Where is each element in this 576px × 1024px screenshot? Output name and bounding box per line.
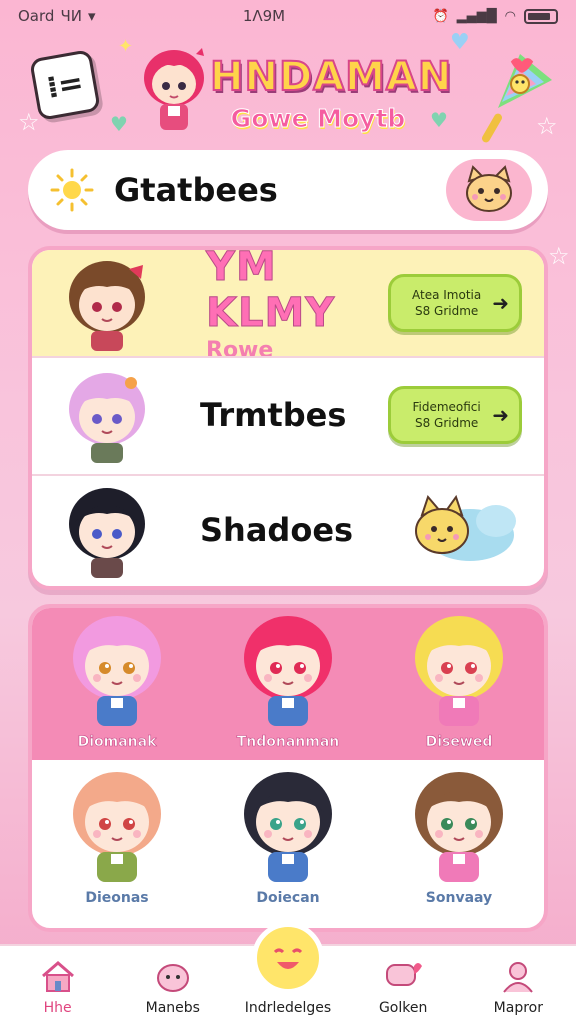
nav-label: Indrledelges	[244, 1000, 332, 1016]
character-name: Diomanak	[77, 734, 157, 751]
heart-icon: ♥	[110, 112, 128, 136]
featured-list-card: YM KLMY Rowe Atea Imotia S8 Gridme ➜ Trm…	[28, 246, 548, 590]
list-button-line2: S8 Gridme	[414, 416, 479, 430]
list-item-title: Shadoes	[200, 511, 354, 549]
signal-bars-icon: ▂▄▆█	[456, 8, 497, 24]
nav-item-chat[interactable]: Golken	[348, 960, 458, 1016]
character-card[interactable]: Disewed	[374, 608, 544, 760]
cat-face-icon	[466, 165, 512, 212]
list-item[interactable]: Trmtbes Fidemeofici S8 Gridme ➜	[32, 356, 544, 474]
character-avatar	[415, 616, 503, 726]
heart-icon: ♥	[430, 108, 448, 132]
app-subtitle: Gowe Moytb	[230, 104, 406, 134]
smile-icon	[273, 948, 303, 969]
character-avatar	[244, 616, 332, 726]
character-avatar	[69, 373, 145, 463]
character-grid: Diomanak Tndonanman Disewed Dieonas Doiecan S…	[28, 604, 548, 932]
character-card[interactable]: Diomanak	[32, 608, 202, 760]
app-title: HNDAMAN	[209, 53, 453, 101]
nav-item-pets[interactable]: Manebs	[118, 960, 228, 1016]
character-name: Disewed	[425, 734, 493, 751]
wifi-signal-icon: ◠	[504, 8, 516, 24]
nav-center-button[interactable]	[252, 922, 324, 994]
pet-badge[interactable]	[446, 159, 532, 221]
cat-cloud-icon	[415, 494, 516, 561]
character-avatar	[69, 488, 145, 578]
star-icon: ☆	[548, 242, 570, 270]
character-card[interactable]: Tndonanman	[203, 608, 373, 760]
character-avatar	[69, 261, 145, 351]
mascot-avatar	[144, 48, 204, 130]
character-name: Tndonanman	[236, 734, 340, 751]
list-button-line1: Fidemeofici	[412, 400, 481, 414]
character-name: Sonvaay	[425, 890, 493, 906]
featured-row[interactable]: YM KLMY Rowe Atea Imotia S8 Gridme ➜	[32, 250, 544, 363]
wifi-icon: ▾	[87, 7, 96, 25]
avatar	[32, 474, 182, 586]
battery-icon	[524, 8, 558, 24]
carrier-label: Oard	[18, 7, 55, 25]
star-icon: ☆	[536, 112, 558, 140]
featured-button-line1: Atea Imotia	[412, 288, 482, 302]
nav-label: Manebs	[145, 1000, 200, 1016]
chat-icon	[386, 963, 423, 986]
menu-button[interactable]: ⁞=	[29, 49, 101, 121]
star-icon: ☆	[18, 108, 40, 136]
clock: 1Λ9Μ	[242, 7, 286, 25]
menu-icon: ⁞=	[43, 64, 87, 106]
sparkle-icon: ✦	[118, 36, 134, 57]
nav-label: Hhe	[43, 1000, 72, 1016]
character-card[interactable]: Dieonas	[32, 764, 202, 916]
nav-label: Golken	[378, 1000, 428, 1016]
list-item[interactable]: Shadoes	[32, 474, 544, 586]
character-avatar	[73, 772, 161, 882]
list-item-action-button[interactable]: Fidemeofici S8 Gridme ➜	[388, 386, 522, 444]
character-name: Dieonas	[85, 890, 149, 906]
list-item-title: Trmtbes	[200, 396, 347, 434]
arrow-right-icon: ➜	[492, 403, 509, 427]
search-card-title: Gtatbees	[114, 171, 278, 209]
signal-text: ЧИ	[60, 7, 82, 25]
arrow-right-icon: ➜	[492, 291, 509, 315]
pet-icon	[156, 964, 189, 992]
character-avatar	[244, 772, 332, 882]
header: ⁞= HNDAMAN Gowe Moytb	[0, 36, 576, 146]
profile-icon	[503, 962, 534, 993]
search-card[interactable]: Gtatbees	[28, 150, 548, 230]
avatar	[32, 250, 182, 356]
featured-title: YM KLMY	[206, 246, 336, 336]
character-name: Doiecan	[256, 890, 320, 906]
character-avatar	[73, 616, 161, 726]
character-card[interactable]: Doiecan	[203, 764, 373, 916]
status-bar: Oard ЧИ ▾ 1Λ9Μ ⏰ ▂▄▆█ ◠	[0, 0, 576, 32]
nav-item-profile[interactable]: Mapror	[463, 960, 573, 1016]
sun-icon	[50, 168, 94, 212]
featured-action-button[interactable]: Atea Imotia S8 Gridme ➜	[388, 274, 522, 332]
nav-label: Mapror	[493, 1000, 543, 1016]
character-avatar	[415, 772, 503, 882]
alarm-icon: ⏰	[432, 8, 449, 24]
nav-item-home[interactable]: Hhe	[3, 960, 113, 1016]
home-icon	[41, 961, 74, 992]
character-card[interactable]: Sonvaay	[374, 764, 544, 916]
featured-button-line2: S8 Gridme	[414, 304, 479, 318]
avatar	[32, 356, 182, 474]
heart-icon: ♥	[450, 30, 470, 55]
